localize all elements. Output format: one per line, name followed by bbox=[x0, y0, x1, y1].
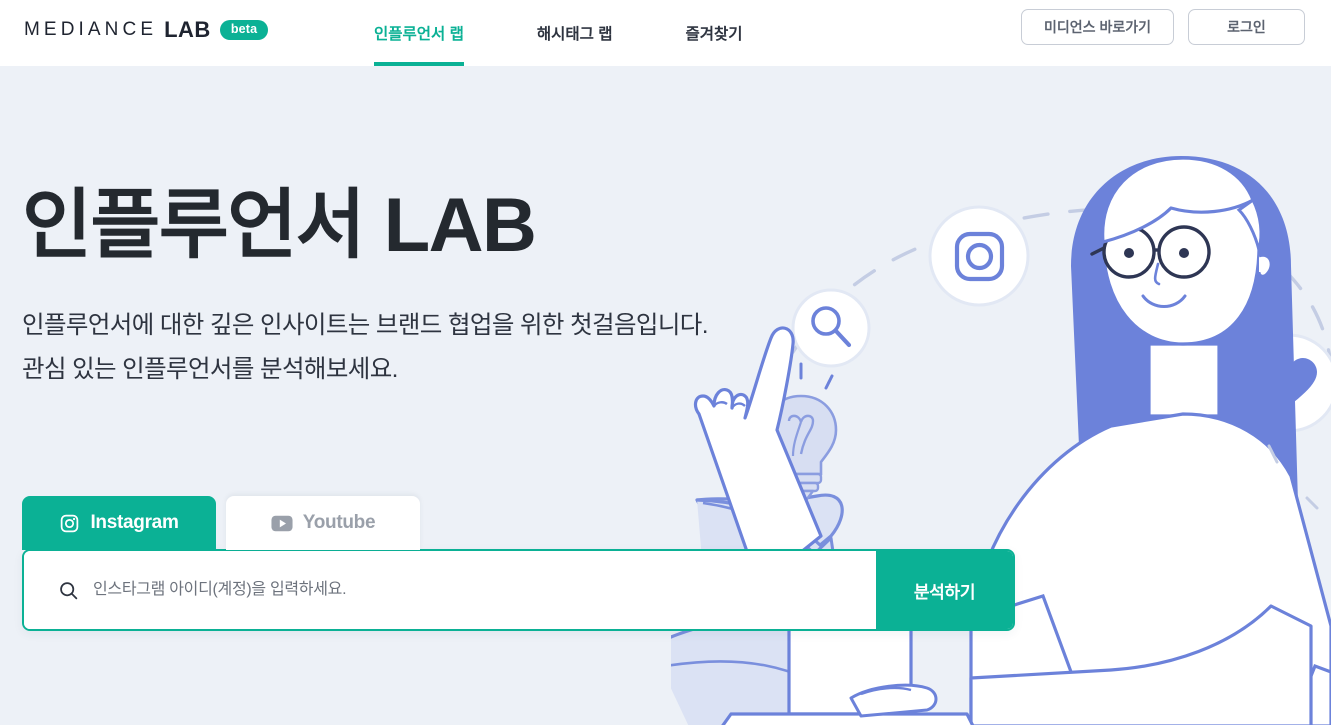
nav-item-favorites[interactable]: 즐겨찾기 bbox=[685, 0, 742, 66]
magnifier-icon bbox=[60, 581, 78, 599]
login-button[interactable]: 로그인 bbox=[1188, 9, 1305, 45]
nav-item-label: 해시태그 랩 bbox=[536, 26, 613, 43]
tab-instagram-label: Instagram bbox=[90, 512, 179, 533]
instagram-icon bbox=[61, 514, 79, 532]
page-title: 인플루언서 LAB bbox=[22, 183, 537, 268]
lightbulb-icon bbox=[764, 362, 838, 501]
logo-product-text: LAB bbox=[164, 17, 211, 42]
logo[interactable]: MEDIANCE LAB beta bbox=[24, 17, 269, 43]
search-input[interactable] bbox=[93, 551, 876, 629]
tab-youtube-label: Youtube bbox=[302, 512, 376, 533]
beta-badge: beta bbox=[219, 20, 269, 40]
woman-with-laptop-illustration bbox=[693, 156, 1331, 725]
mediance-link-button[interactable]: 미디언스 바로가기 bbox=[1021, 9, 1174, 45]
hashtag-icon-badge bbox=[1113, 208, 1207, 302]
nav-item-hashtag-lab[interactable]: 해시태그 랩 bbox=[537, 0, 613, 66]
nav-item-label: 인플루언서 랩 bbox=[374, 26, 464, 43]
platform-tabs: Instagram Youtube bbox=[22, 496, 1015, 550]
dashed-connector-path bbox=[744, 207, 1331, 483]
hero-subtitle-line-1: 인플루언서에 대한 깊은 인사이트는 브랜드 협업을 위한 첫걸음입니다. bbox=[22, 312, 709, 339]
nav-item-label: 즐겨찾기 bbox=[685, 26, 743, 43]
instagram-icon-badge bbox=[928, 205, 1030, 307]
main-nav: 인플루언서 랩 해시태그 랩 즐겨찾기 bbox=[374, 0, 743, 66]
hero-subtitle: 인플루언서에 대한 깊은 인사이트는 브랜드 협업을 위한 첫걸음입니다. 관심… bbox=[22, 304, 709, 391]
search-icon-badge bbox=[791, 288, 871, 368]
tab-youtube[interactable]: Youtube bbox=[226, 496, 420, 550]
site-header: MEDIANCE LAB beta 인플루언서 랩 해시태그 랩 즐겨찾기 미디… bbox=[0, 0, 1331, 66]
search-input-wrapper bbox=[24, 551, 876, 629]
header-actions: 미디언스 바로가기 로그인 bbox=[1021, 9, 1305, 45]
search-bar: 분석하기 bbox=[22, 549, 1015, 631]
logo-brand-text: MEDIANCE bbox=[24, 19, 158, 40]
youtube-icon bbox=[271, 515, 293, 531]
heart-icon-badge bbox=[1239, 333, 1331, 433]
tab-instagram[interactable]: Instagram bbox=[22, 496, 216, 550]
analyze-button[interactable]: 분석하기 bbox=[876, 551, 1013, 629]
nav-item-influencer-lab[interactable]: 인플루언서 랩 bbox=[374, 0, 464, 66]
hero-subtitle-line-2: 관심 있는 인플루언서를 분석해보세요. bbox=[22, 355, 398, 383]
hero-section: 인플루언서 LAB 인플루언서에 대한 깊은 인사이트는 브랜드 협업을 위한 … bbox=[0, 66, 1331, 725]
search-panel: Instagram Youtube 분석하기 bbox=[22, 496, 1015, 631]
